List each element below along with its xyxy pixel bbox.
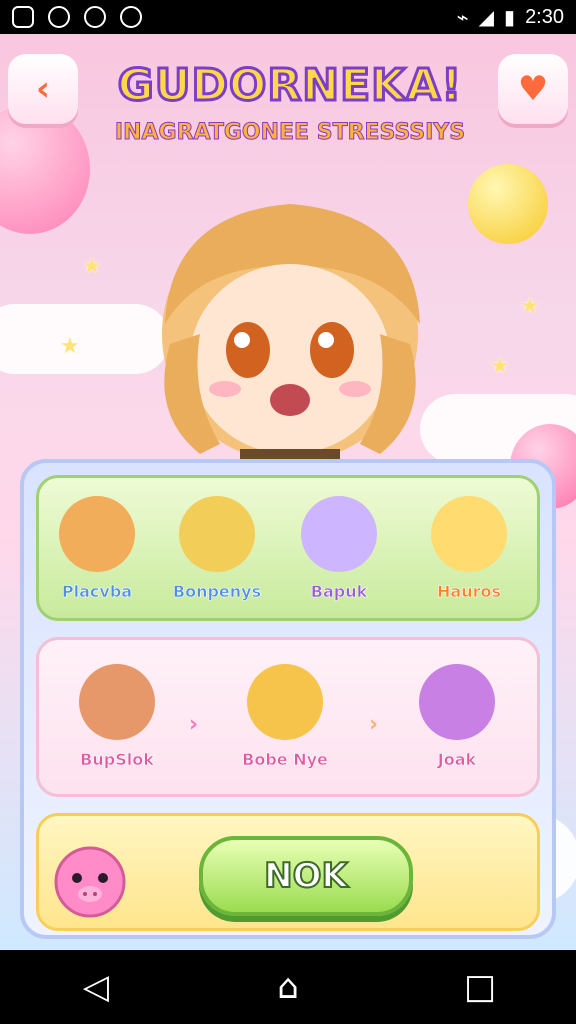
character-card[interactable]: BupSlok — [69, 664, 165, 769]
fox-face-icon — [59, 496, 135, 572]
status-left — [12, 6, 142, 28]
girl-face-icon — [419, 664, 495, 740]
character-row-2: BupSlok › Bobe Nye › Joak — [36, 637, 540, 797]
character-card[interactable]: Placvba — [49, 496, 145, 601]
chat-icon — [48, 6, 70, 28]
ok-button[interactable]: NOK — [199, 836, 413, 916]
character-row-1: Placvba Bonpenys Bapuk Hauros — [36, 475, 540, 621]
girl-face-icon — [247, 664, 323, 740]
cat-face-icon — [301, 496, 377, 572]
heart-icon: ♥ — [517, 69, 549, 109]
character-card[interactable]: Bobe Nye — [237, 664, 333, 769]
character-name: Bobe Nye — [242, 750, 328, 770]
chevron-left-icon: ‹ — [35, 69, 50, 109]
character-card[interactable]: Joak — [409, 664, 505, 769]
android-navbar: ◁ ⌂ □ — [0, 950, 576, 1024]
hero-character — [162, 204, 420, 464]
heart-button[interactable]: ♥ — [498, 54, 568, 124]
status-bar: ⌁ ◢ ▮ 2:30 — [0, 0, 576, 34]
game-subtitle: INAGRATGONEE STRESSSIYS — [114, 120, 466, 146]
game-title: GUDORNEKA! — [116, 59, 463, 113]
home-icon[interactable]: ⌂ — [266, 965, 310, 1009]
wifi-icon: ⌁ — [456, 6, 469, 29]
character-card[interactable]: Bapuk — [291, 496, 387, 601]
chevron-right-icon: › — [189, 712, 199, 737]
character-name: BupSlok — [80, 750, 154, 770]
bear-face-icon — [179, 496, 255, 572]
character-card[interactable]: Bonpenys — [169, 496, 265, 601]
battery-icon: ▮ — [504, 6, 516, 29]
game-scene: ★ ★ ★ ★ ★ ‹ ♥ GUDORNEKA! INAGRATGONEE ST… — [0, 34, 576, 950]
photo-icon — [12, 6, 34, 28]
character-name: Joak — [437, 750, 477, 770]
lemon-sticker — [468, 164, 548, 244]
character-name: Bapuk — [310, 582, 368, 602]
selection-panel: Placvba Bonpenys Bapuk Hauros BupSlok › — [20, 459, 556, 939]
signal-icon: ◢ — [478, 6, 495, 29]
back-triangle-icon[interactable]: ◁ — [74, 965, 118, 1009]
status-time: 2:30 — [525, 5, 564, 28]
character-name: Bonpenys — [172, 582, 262, 602]
cat-face-icon — [431, 496, 507, 572]
status-right: ⌁ ◢ ▮ 2:30 — [457, 5, 564, 30]
pig-face-icon — [54, 846, 126, 918]
action-row: NOK — [36, 813, 540, 931]
back-button[interactable]: ‹ — [8, 54, 78, 124]
girl-face-icon — [79, 664, 155, 740]
chevron-right-icon: › — [369, 712, 379, 737]
camera-icon — [120, 6, 142, 28]
character-card[interactable]: Hauros — [421, 496, 517, 601]
character-name: Hauros — [437, 582, 502, 602]
at-icon — [84, 6, 106, 28]
recent-square-icon[interactable]: □ — [458, 965, 502, 1009]
character-name: Placvba — [61, 582, 133, 602]
